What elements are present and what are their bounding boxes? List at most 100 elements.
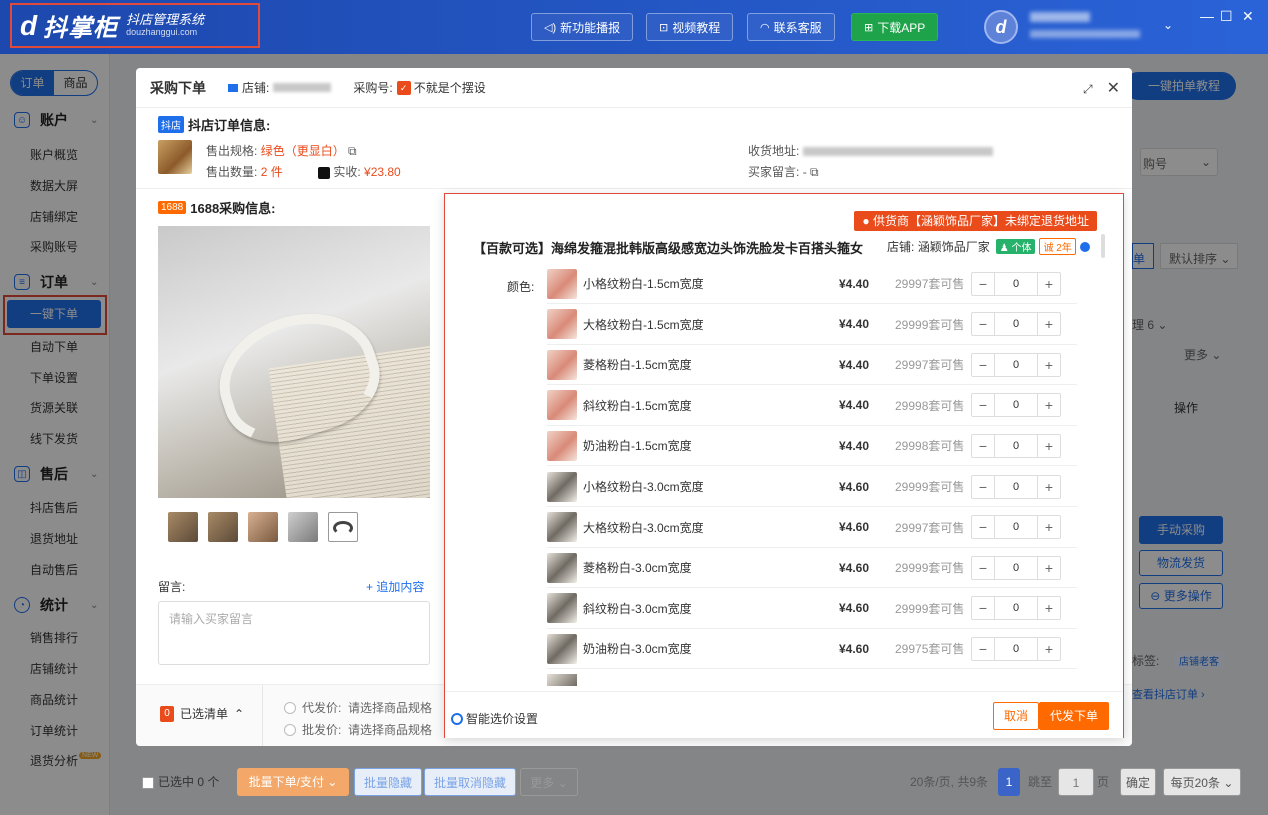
copy-icon[interactable]: ⧉	[810, 165, 819, 179]
page-input[interactable]: 1	[1058, 768, 1094, 796]
plus-icon[interactable]: +	[1038, 597, 1060, 619]
selected-list-toggle[interactable]: 0 已选清单 ⌃	[160, 705, 244, 722]
product-thumbnail[interactable]	[168, 512, 198, 542]
quantity-input[interactable]: 0	[994, 394, 1038, 417]
quantity-input[interactable]: 0	[994, 353, 1038, 376]
variant-thumbnail[interactable]	[547, 633, 577, 664]
minus-icon[interactable]: −	[972, 476, 994, 498]
select-all-checkbox[interactable]: 已选中 0 个	[142, 768, 222, 796]
minus-icon[interactable]: −	[972, 638, 994, 660]
chevron-down-icon[interactable]: ⌄	[1163, 18, 1173, 32]
plus-icon[interactable]: +	[1038, 435, 1060, 457]
scrollbar[interactable]	[1101, 234, 1105, 258]
plus-icon[interactable]: +	[1038, 394, 1060, 416]
plus-icon[interactable]: +	[1038, 354, 1060, 376]
variant-row: 斜纹粉白-1.5cm宽度 ¥4.40 29998套可售 −0 +	[547, 386, 1077, 426]
product-thumbnail[interactable]	[328, 512, 358, 542]
feature-news-button[interactable]: ◁) 新功能播报	[531, 13, 634, 41]
supplier-name[interactable]: 涵颖饰品厂家	[918, 238, 990, 255]
copy-icon[interactable]: ⧉	[348, 144, 357, 158]
variant-row: 大格纹粉白-3.0cm宽度 ¥4.60 29997套可售 −0 +	[547, 508, 1077, 548]
radio[interactable]	[284, 701, 296, 714]
minus-icon[interactable]: −	[972, 313, 994, 335]
current-page[interactable]: 1	[998, 768, 1020, 796]
video-tutorial-button[interactable]: ⊡ 视频教程	[646, 13, 734, 41]
close-icon[interactable]: ✕	[1107, 80, 1120, 97]
plus-icon[interactable]: +	[1038, 516, 1060, 538]
close-window-icon[interactable]: ✕	[1242, 8, 1254, 25]
sold-product-thumbnail[interactable]	[158, 140, 192, 174]
per-page-select[interactable]: 每页20条 ⌄	[1163, 768, 1241, 796]
plus-icon[interactable]: +	[1038, 476, 1060, 498]
variant-thumbnail[interactable]	[547, 512, 577, 543]
plus-icon[interactable]: +	[1038, 313, 1060, 335]
quantity-input[interactable]: 0	[994, 637, 1038, 660]
more-button[interactable]: 更多 ⌄	[520, 768, 578, 796]
variant-thumbnail[interactable]	[547, 471, 577, 502]
username-blurred	[1030, 12, 1090, 22]
variant-thumbnail[interactable]	[547, 390, 577, 421]
variant-thumbnail[interactable]	[547, 552, 577, 583]
variant-thumbnail[interactable]	[547, 268, 577, 299]
product-thumbnail[interactable]	[208, 512, 238, 542]
plus-icon[interactable]: +	[1038, 273, 1060, 295]
variant-stock: 29999套可售	[895, 480, 965, 494]
variant-stock: 29998套可售	[895, 398, 965, 413]
avatar[interactable]: d	[984, 10, 1018, 44]
variant-thumbnail[interactable]	[547, 349, 577, 380]
info-icon[interactable]	[1079, 241, 1090, 252]
download-app-button[interactable]: ⊞ 下载APP	[851, 13, 939, 41]
dropship-order-button[interactable]: 代发下单	[1039, 702, 1109, 730]
quantity-input[interactable]: 0	[994, 272, 1038, 295]
quantity-input[interactable]: 0	[994, 556, 1038, 579]
variant-price: ¥4.60	[839, 601, 870, 616]
ali-section-title: 1688 1688采购信息:	[158, 198, 276, 217]
quantity-input[interactable]: 0	[994, 475, 1038, 498]
product-thumbnail[interactable]	[248, 512, 278, 542]
minus-icon[interactable]: −	[972, 394, 994, 416]
page-unit: 页	[1096, 775, 1109, 789]
quantity-input[interactable]: 0	[994, 313, 1038, 336]
variant-price: ¥4.60	[839, 560, 870, 575]
minimize-icon[interactable]: —	[1200, 8, 1214, 24]
minus-icon[interactable]: −	[972, 354, 994, 376]
app-logo[interactable]: d 抖掌柜 抖店管理系统 douzhanggui.com	[10, 3, 260, 48]
variant-name: 斜纹粉白-3.0cm宽度	[583, 601, 692, 616]
variant-stock: 29999套可售	[895, 317, 965, 332]
minus-icon[interactable]: −	[972, 435, 994, 457]
variant-stock: 29997套可售	[895, 520, 965, 535]
quantity-input[interactable]: 0	[994, 434, 1038, 457]
variant-name: 小格纹粉白-1.5cm宽度	[583, 277, 704, 291]
minus-icon[interactable]: −	[972, 557, 994, 579]
radio[interactable]	[284, 723, 296, 736]
buyer-message-input[interactable]: 请输入买家留言	[158, 601, 430, 665]
variant-thumbnail[interactable]	[547, 309, 577, 340]
minus-icon[interactable]: −	[972, 516, 994, 538]
dropship-price-option[interactable]: 代发价: 请选择商品规格	[284, 699, 432, 716]
wholesale-price-option[interactable]: 批发价: 请选择商品规格	[284, 721, 432, 738]
plus-icon[interactable]: +	[1038, 557, 1060, 579]
quantity-input[interactable]: 0	[994, 516, 1038, 539]
batch-unhide-button[interactable]: 批量取消隐藏	[424, 768, 516, 796]
batch-hide-button[interactable]: 批量隐藏	[354, 768, 422, 796]
variant-row: 小格纹粉白-3.0cm宽度 ¥4.60 29999套可售 −0 +	[547, 467, 1077, 507]
maximize-icon[interactable]: ☐	[1220, 8, 1233, 25]
quantity-input[interactable]: 0	[994, 597, 1038, 620]
page-confirm-button[interactable]: 确定	[1120, 768, 1156, 796]
product-thumbnail[interactable]	[288, 512, 318, 542]
paid-label: 实收:	[333, 165, 361, 179]
fullscreen-icon[interactable]: ⤢	[1083, 82, 1093, 96]
contact-support-label: 联系客服	[773, 20, 822, 35]
variant-thumbnail[interactable]	[547, 593, 577, 624]
plus-icon[interactable]: +	[1038, 638, 1060, 660]
variant-select-panel: ● 供货商【涵颖饰品厂家】未绑定退货地址 【百款可选】海绵发箍混批韩版高级感宽边…	[444, 193, 1124, 738]
cancel-button[interactable]: 取消	[993, 702, 1039, 730]
minus-icon[interactable]: −	[972, 273, 994, 295]
contact-support-button[interactable]: ◠ 联系客服	[747, 13, 835, 41]
product-main-image[interactable]	[158, 226, 430, 498]
add-content-link[interactable]: + 追加内容	[366, 578, 424, 595]
batch-order-button[interactable]: 批量下单/支付 ⌄	[237, 768, 349, 796]
minus-icon[interactable]: −	[972, 597, 994, 619]
variant-thumbnail[interactable]	[547, 430, 577, 461]
smart-pick-settings[interactable]: 智能选价设置	[451, 710, 538, 727]
